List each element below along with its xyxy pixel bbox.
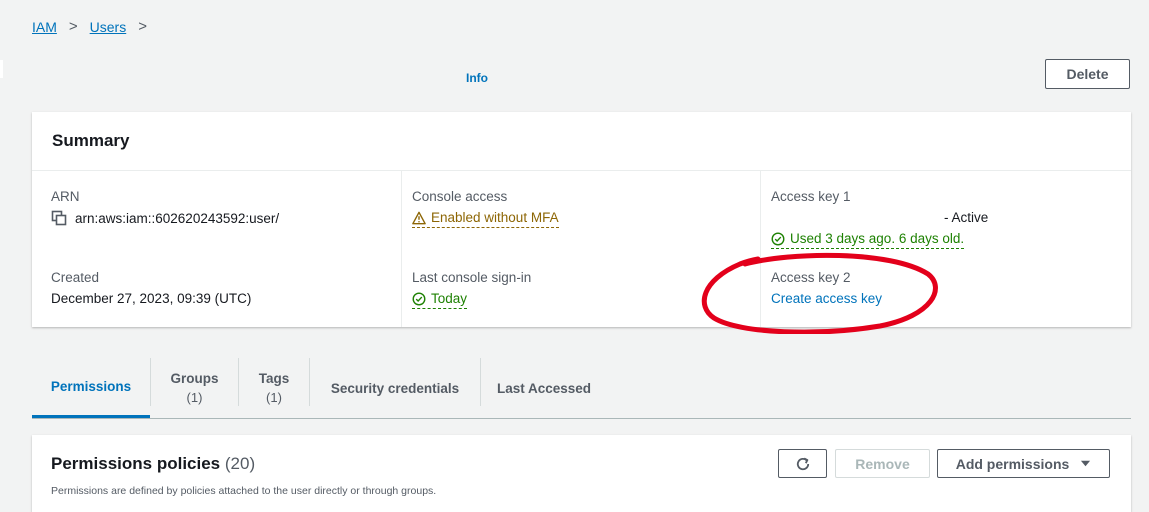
console-access-status[interactable]: Enabled without MFA — [412, 210, 559, 229]
summary-column-1: ARN arn:aws:iam::602620243592:user/ Crea… — [32, 171, 391, 327]
policies-title: Permissions policies — [51, 454, 221, 473]
console-access-value: Enabled without MFA — [431, 210, 559, 225]
arn-value-row: arn:aws:iam::602620243592:user/ — [51, 210, 279, 226]
refresh-icon — [796, 457, 809, 470]
remove-button[interactable]: Remove — [835, 449, 930, 478]
caret-down-icon — [1081, 460, 1091, 467]
tab-tags-count: (1) — [266, 390, 282, 405]
access-key-1-usage[interactable]: Used 3 days ago. 6 days old. — [771, 231, 965, 250]
check-circle-icon — [771, 232, 785, 246]
tab-groups-count: (1) — [186, 390, 203, 405]
tab-tags[interactable]: Tags (1) — [239, 358, 309, 418]
last-signin-field: Last console sign-in Today — [412, 270, 532, 310]
summary-title: Summary — [32, 112, 1131, 171]
created-field: Created December 27, 2023, 09:39 (UTC) — [51, 270, 251, 306]
breadcrumb-users[interactable]: Users — [90, 19, 127, 35]
tab-last-accessed-label: Last Accessed — [496, 380, 592, 396]
edge-artifact — [0, 60, 3, 78]
tab-bar: Permissions Groups (1) Tags (1) Security… — [32, 358, 1131, 419]
policies-description: Permissions are defined by policies atta… — [51, 485, 437, 497]
tab-security-credentials[interactable]: Security credentials — [310, 358, 480, 418]
policies-heading: Permissions policies (20) — [51, 454, 255, 474]
created-value: December 27, 2023, 09:39 (UTC) — [51, 291, 252, 306]
add-permissions-label: Add permissions — [955, 455, 1070, 472]
tab-groups-label: Groups — [170, 371, 219, 386]
access-key-1-usage-text: Used 3 days ago. 6 days old. — [790, 231, 965, 246]
breadcrumb-iam[interactable]: IAM — [32, 19, 57, 35]
delete-button[interactable]: Delete — [1045, 59, 1130, 89]
created-label: Created — [51, 270, 100, 285]
tab-security-credentials-label: Security credentials — [330, 380, 460, 396]
access-key-1-field: Access key 1 - Active Used 3 days ago. 6… — [771, 189, 989, 250]
summary-panel: Summary ARN arn:aws:iam::602620243592:us… — [32, 112, 1131, 327]
access-key-1-label: Access key 1 — [771, 189, 851, 204]
tab-last-accessed[interactable]: Last Accessed — [481, 358, 607, 418]
last-signin-label: Last console sign-in — [412, 270, 532, 285]
refresh-button[interactable] — [778, 449, 827, 478]
last-signin-status[interactable]: Today — [412, 291, 468, 310]
access-key-1-status: - Active — [944, 210, 989, 225]
console-access-row: Enabled without MFA — [412, 210, 559, 229]
tab-permissions-label: Permissions — [50, 379, 132, 394]
info-link[interactable]: Info — [466, 71, 488, 85]
access-key-1-usage-row: Used 3 days ago. 6 days old. — [771, 231, 988, 250]
console-access-label: Console access — [412, 189, 508, 204]
check-circle-icon — [412, 292, 426, 306]
warning-icon — [412, 212, 426, 225]
arn-label: ARN — [51, 189, 80, 204]
annotation-circle — [701, 252, 938, 334]
tab-permissions[interactable]: Permissions — [32, 358, 150, 418]
arn-field: ARN arn:aws:iam::602620243592:user/ — [51, 189, 279, 226]
copy-icon[interactable] — [51, 210, 67, 226]
add-permissions-button[interactable]: Add permissions — [937, 449, 1110, 478]
console-access-field: Console access Enabled without MFA — [412, 189, 559, 229]
policies-count: (20) — [224, 454, 256, 473]
breadcrumb-separator: > — [138, 18, 147, 35]
breadcrumb: IAM > Users > — [32, 18, 159, 35]
tab-tags-label: Tags — [258, 371, 290, 386]
last-signin-row: Today — [412, 291, 531, 310]
last-signin-value: Today — [431, 291, 468, 306]
breadcrumb-separator: > — [68, 18, 78, 35]
arn-value: arn:aws:iam::602620243592:user/ — [75, 210, 280, 226]
tab-groups[interactable]: Groups (1) — [151, 358, 238, 418]
